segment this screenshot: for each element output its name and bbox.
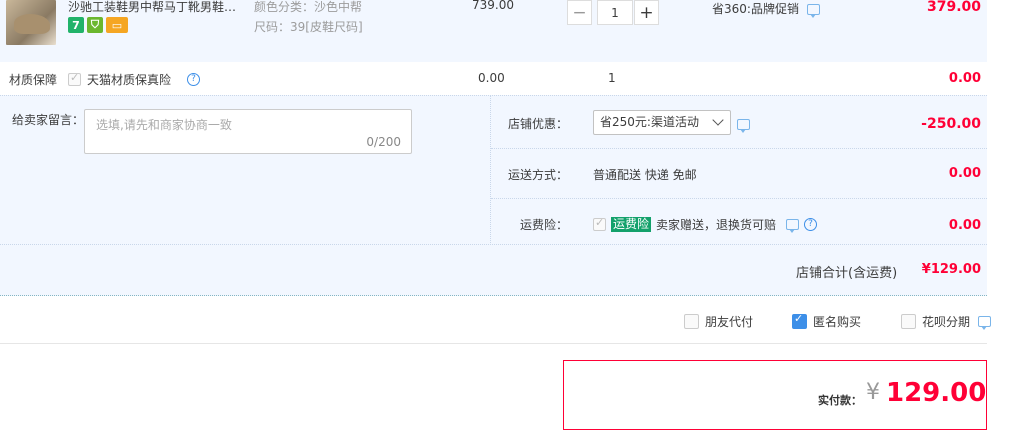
- item-subtotal: 379.00: [926, 0, 981, 15]
- material-subtotal: 0.00: [948, 71, 981, 86]
- huabei-checkbox[interactable]: [901, 314, 916, 329]
- anonymous-checkbox[interactable]: [792, 312, 807, 329]
- help-icon[interactable]: ?: [187, 73, 201, 86]
- store-total-label: 店铺合计(含运费): [796, 266, 898, 281]
- material-service-name: 天猫材质保真险: [87, 73, 172, 87]
- discount-selected: 省250元:渠道活动: [600, 115, 699, 129]
- seven-day-return-icon[interactable]: 7: [68, 17, 84, 33]
- insurance-checkbox[interactable]: [593, 216, 606, 231]
- product-title[interactable]: 沙驰工装鞋男中帮马丁靴男鞋秋…: [68, 0, 246, 15]
- huabei-option[interactable]: 花呗分期: [901, 313, 992, 330]
- material-service: 天猫材质保真险 ?: [68, 71, 201, 88]
- promo-label: 省360:品牌促销: [712, 2, 799, 16]
- divider: [0, 343, 987, 344]
- guarantee-icon[interactable]: ⛉: [87, 17, 103, 33]
- material-label: 材质保障: [9, 73, 58, 87]
- store-discount-select[interactable]: 省250元:渠道活动: [593, 110, 731, 135]
- anonymous-option[interactable]: 匿名购买: [792, 312, 862, 330]
- insurance-text: 卖家赠送，退换货可赔: [656, 218, 777, 232]
- friend-pay-option[interactable]: 朋友代付: [684, 313, 753, 330]
- material-checkbox[interactable]: [68, 71, 81, 86]
- chat-icon[interactable]: [786, 219, 800, 233]
- spec-color: 颜色分类：沙色中帮: [254, 0, 363, 14]
- insurance-label: 运费险：: [519, 218, 568, 232]
- shipping-amount: 0.00: [948, 166, 981, 181]
- discount-amount: -250.00: [921, 116, 981, 132]
- message-char-count: 0/200: [366, 135, 401, 149]
- message-placeholder: 选填,请先和商家协商一致: [96, 118, 232, 132]
- message-label: 给卖家留言：: [12, 113, 85, 127]
- spec-size: 尺码：39[皮鞋尺码]: [254, 20, 363, 34]
- seller-section: 给卖家留言： 选填,请先和商家协商一致 0/200 店铺优惠： 省250元:渠道…: [0, 95, 987, 245]
- huabei-label: 花呗分期: [922, 315, 971, 329]
- product-thumbnail[interactable]: [6, 0, 56, 45]
- friend-pay-label: 朋友代付: [705, 315, 754, 329]
- insurance-amount: 0.00: [948, 218, 981, 233]
- material-price: 0.00: [478, 71, 505, 85]
- material-qty: 1: [608, 71, 616, 85]
- order-item-row: 沙驰工装鞋男中帮马丁靴男鞋秋… 7 ⛉ ▭ 颜色分类：沙色中帮 尺码：39[皮鞋…: [0, 0, 987, 62]
- chevron-down-icon: [712, 114, 724, 126]
- unit-price: 739.00: [472, 0, 514, 12]
- quantity-input[interactable]: 1: [597, 0, 633, 25]
- payment-label: 实付款：: [818, 394, 862, 407]
- anonymous-label: 匿名购买: [813, 315, 862, 329]
- credit-card-icon[interactable]: ▭: [106, 17, 128, 33]
- insurance-tag: 运费险: [611, 217, 652, 232]
- divider: [491, 148, 987, 149]
- divider: [491, 198, 987, 199]
- store-total-row: 店铺合计(含运费) ¥129.00: [0, 244, 987, 296]
- friend-pay-checkbox[interactable]: [684, 314, 699, 329]
- shipping-method: 普通配送 快递 免邮: [593, 168, 697, 182]
- promo-text: 省360:品牌促销: [712, 0, 820, 18]
- service-badges: 7 ⛉ ▭: [68, 17, 128, 33]
- chat-icon[interactable]: [737, 119, 750, 133]
- discount-label: 店铺优惠：: [507, 117, 568, 131]
- seller-message-input[interactable]: 选填,请先和商家协商一致 0/200: [84, 109, 412, 154]
- insurance-info: 运费险 卖家赠送，退换货可赔 ?: [593, 216, 818, 233]
- chat-icon[interactable]: [806, 4, 820, 18]
- store-total-amount: ¥129.00: [921, 262, 981, 277]
- quantity-plus-button[interactable]: +: [634, 0, 659, 25]
- payment-currency: ¥: [866, 380, 880, 405]
- chat-icon[interactable]: [978, 316, 992, 330]
- quantity-minus-button[interactable]: −: [567, 0, 592, 25]
- payment-amount: 129.00: [886, 378, 987, 408]
- payment-summary-box: 实付款： ¥ 129.00: [563, 360, 987, 430]
- seller-message-area: 给卖家留言： 选填,请先和商家协商一致 0/200: [0, 96, 491, 245]
- shipping-label: 运送方式：: [507, 168, 568, 182]
- help-icon[interactable]: ?: [804, 218, 818, 231]
